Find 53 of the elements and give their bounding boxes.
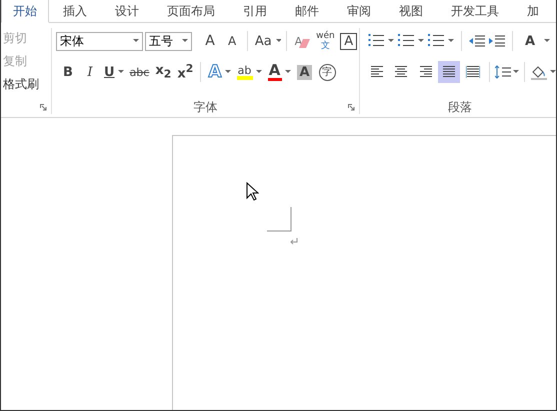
dropdown-caret-icon[interactable] (550, 70, 556, 74)
align-lines-icon (418, 66, 432, 78)
dropdown-caret-icon[interactable] (388, 39, 394, 43)
bullets-icon[interactable] (368, 34, 384, 48)
format-button[interactable]: abc (128, 61, 152, 83)
paragraph-mark-icon (290, 238, 298, 245)
format-button[interactable]: B (58, 61, 78, 83)
mouse-pointer-icon (246, 182, 259, 202)
font-size-field[interactable]: 五号 (145, 32, 192, 50)
dropdown-caret-icon[interactable] (284, 70, 291, 74)
group-label: 字体 (194, 100, 218, 114)
margin-corner-mark (267, 207, 292, 232)
dropdown-caret-icon[interactable] (418, 39, 424, 43)
highlight-button[interactable]: ab (234, 61, 264, 83)
character-shading-button[interactable]: A (294, 61, 315, 83)
dropdown-caret-icon[interactable] (133, 39, 140, 43)
dropdown-caret-icon[interactable] (224, 70, 231, 74)
text-effect-button[interactable]: A (206, 61, 233, 83)
dropdown-caret-icon[interactable] (256, 70, 262, 74)
format-button[interactable]: I (80, 61, 100, 83)
phonetic-guide-button[interactable]: wén 文 (314, 30, 336, 52)
decrease-indent-icon[interactable] (469, 35, 485, 47)
align-lines-icon (442, 66, 456, 78)
character-border-button[interactable]: A (338, 30, 359, 52)
shrink-font-button[interactable]: A (222, 30, 242, 52)
format-button[interactable]: x$^{2}$ (175, 61, 196, 83)
dialog-launcher-icon[interactable] (40, 104, 47, 111)
format-button[interactable]: U (102, 61, 126, 83)
dropdown-caret-icon[interactable] (448, 39, 454, 43)
line-spacing-icon[interactable] (495, 65, 511, 79)
grow-font-button[interactable]: A (200, 30, 220, 52)
text-layout-button[interactable]: A (520, 30, 540, 52)
format-button[interactable]: x$_{2}$ (153, 61, 174, 83)
align-button[interactable] (438, 61, 460, 83)
multilevel-list-icon[interactable] (428, 34, 444, 48)
change-case-button[interactable]: Aa (253, 30, 274, 52)
group-label: 段落 (448, 100, 472, 114)
dialog-launcher-icon[interactable] (348, 104, 355, 111)
dropdown-caret-icon[interactable] (544, 39, 550, 43)
paint-bucket-icon[interactable] (530, 64, 548, 80)
align-lines-icon (394, 66, 408, 78)
ribbon-tab[interactable]: 开始 (1, 0, 49, 23)
clipboard-command[interactable]: 格式刷 (3, 76, 51, 93)
numbering-icon[interactable] (398, 34, 414, 48)
dropdown-caret-icon[interactable] (182, 39, 188, 43)
dropdown-caret-icon[interactable] (118, 70, 124, 74)
font-name-field[interactable]: 宋体 (56, 32, 144, 50)
dropdown-caret-icon[interactable] (513, 70, 519, 74)
dropdown-caret-icon[interactable] (276, 39, 282, 43)
increase-indent-icon[interactable] (489, 35, 505, 47)
align-lines-icon (370, 66, 384, 78)
font-color-button[interactable]: A (266, 61, 293, 83)
align-lines-icon (466, 66, 480, 78)
